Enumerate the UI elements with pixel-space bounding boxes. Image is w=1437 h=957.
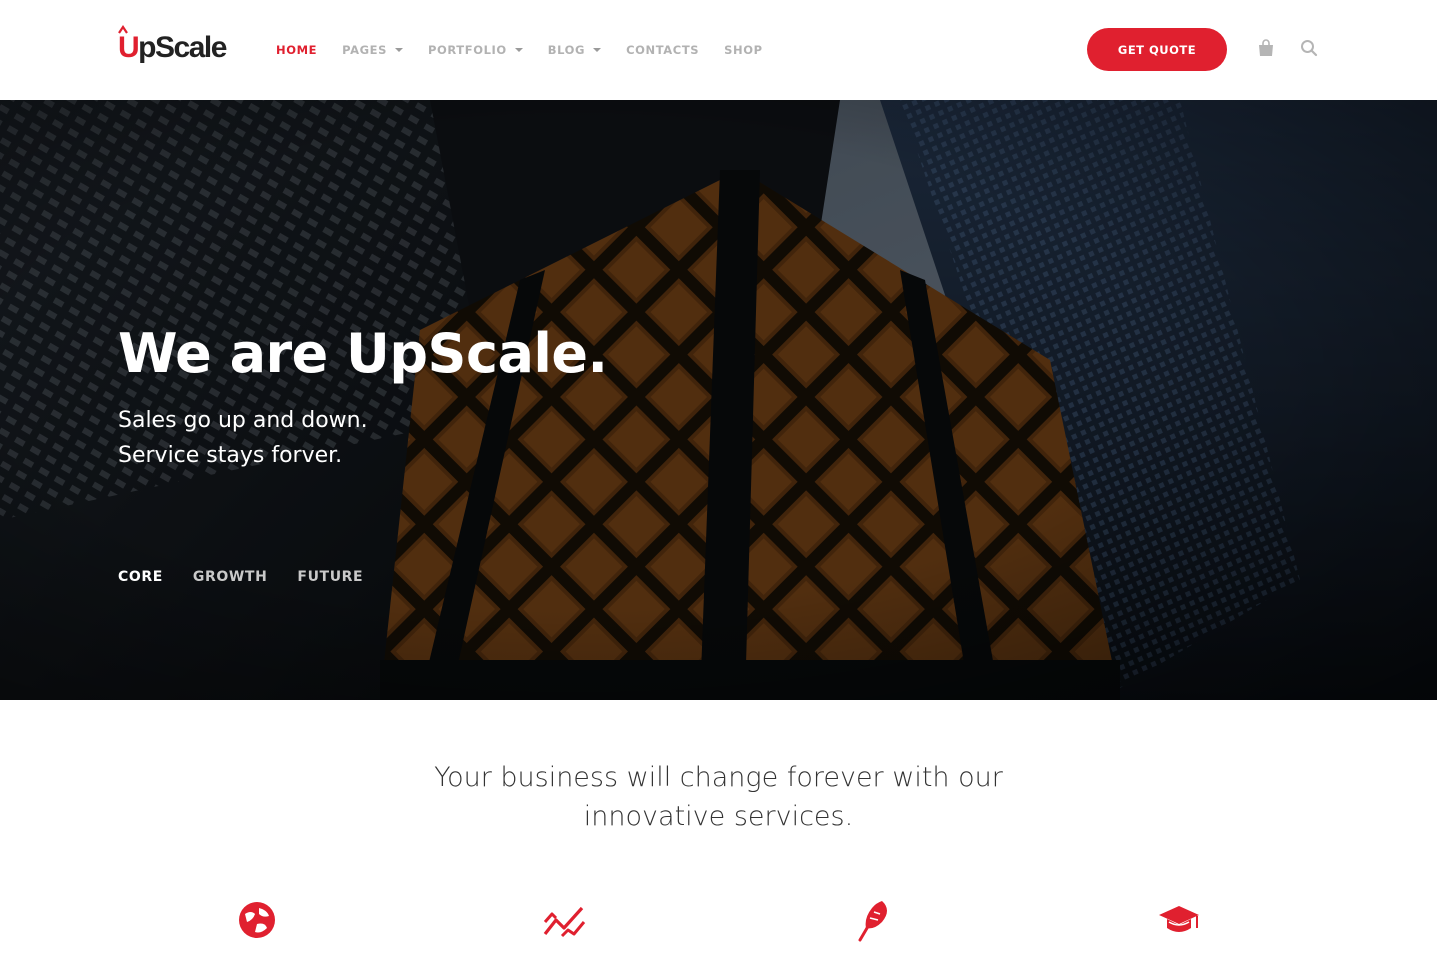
hero-tab-core[interactable]: CORE bbox=[118, 569, 163, 585]
intro-line: innovative services. bbox=[583, 801, 854, 832]
intro-line: Your business will change forever with o… bbox=[434, 762, 1003, 793]
nav-item-pages[interactable]: PAGES bbox=[342, 43, 403, 57]
nav-item-label: PORTFOLIO bbox=[427, 43, 507, 57]
hero-tab-future[interactable]: FUTURE bbox=[297, 569, 363, 585]
brand-logo[interactable]: UpScale bbox=[118, 25, 227, 68]
get-quote-button[interactable]: GET QUOTE bbox=[1087, 28, 1227, 71]
shopping-bag-icon[interactable] bbox=[1255, 36, 1277, 60]
logo-arrow-icon bbox=[118, 25, 128, 34]
nav-item-label: BLOG bbox=[547, 43, 586, 57]
hero-tab-growth[interactable]: GROWTH bbox=[193, 569, 267, 585]
hero-background-image bbox=[0, 100, 1437, 700]
nav-item-label: CONTACTS bbox=[626, 43, 700, 57]
feather-icon bbox=[850, 898, 894, 942]
nav-item-portfolio[interactable]: PORTFOLIO bbox=[428, 43, 523, 57]
intro-heading: Your business will change forever with o… bbox=[0, 758, 1437, 836]
hero-subtitle: Sales go up and down. Service stays forv… bbox=[118, 403, 368, 473]
nav-item-shop[interactable]: SHOP bbox=[724, 43, 763, 57]
nav-item-home[interactable]: HOME bbox=[276, 43, 317, 57]
nav-item-label: PAGES bbox=[342, 43, 387, 57]
nav-item-blog[interactable]: BLOG bbox=[547, 43, 602, 57]
hero-tabs: CORE GROWTH FUTURE bbox=[118, 569, 393, 585]
main-nav: HOME PAGES PORTFOLIO BLOG CONTACTS SHOP bbox=[276, 40, 788, 60]
chevron-down-icon bbox=[394, 48, 403, 52]
nav-item-contacts[interactable]: CONTACTS bbox=[626, 43, 699, 57]
hero-banner: We are UpScale. Sales go up and down. Se… bbox=[0, 100, 1437, 700]
search-icon[interactable] bbox=[1298, 36, 1320, 60]
site-header: UpScale HOME PAGES PORTFOLIO BLOG CONTAC… bbox=[0, 0, 1437, 100]
trend-chart-icon bbox=[542, 898, 586, 942]
brand-name-rest: pScale bbox=[138, 31, 227, 64]
hero-subtitle-line: Service stays forver. bbox=[118, 443, 343, 468]
hero-subtitle-line: Sales go up and down. bbox=[118, 408, 368, 433]
brand-initial: U bbox=[118, 31, 140, 64]
nav-item-label: SHOP bbox=[724, 43, 763, 57]
brand-wordmark: UpScale bbox=[118, 25, 227, 65]
hero-title: We are UpScale. bbox=[118, 322, 608, 385]
graduation-cap-icon bbox=[1157, 898, 1201, 942]
nav-item-label: HOME bbox=[276, 43, 318, 57]
chevron-down-icon bbox=[593, 48, 602, 52]
chevron-down-icon bbox=[514, 48, 523, 52]
globe-icon bbox=[235, 898, 279, 942]
